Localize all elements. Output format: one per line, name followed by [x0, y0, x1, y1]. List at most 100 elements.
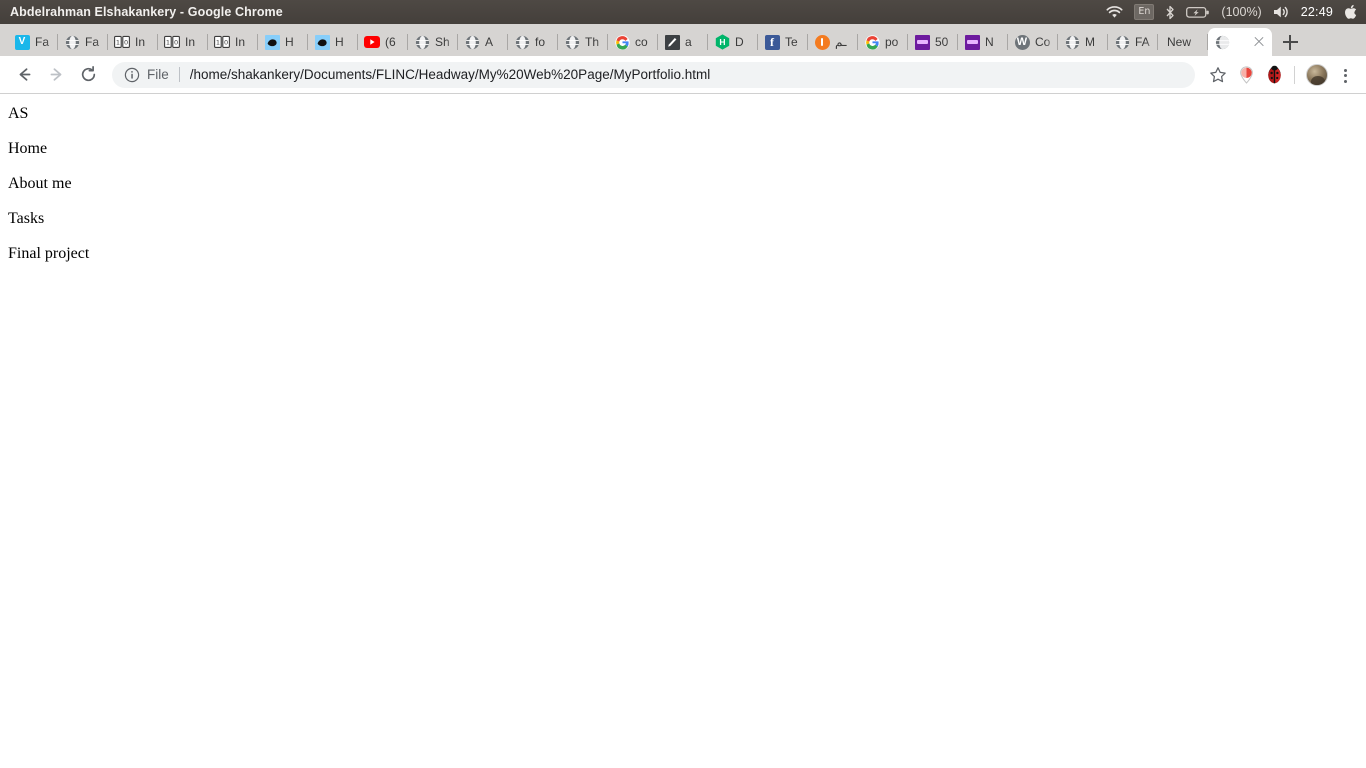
- tab-18[interactable]: 50: [908, 28, 958, 56]
- coursera-icon: [914, 34, 930, 50]
- tab-11[interactable]: Th: [558, 28, 608, 56]
- svg-text:0: 0: [174, 38, 178, 46]
- page-line-4: Final project: [8, 245, 90, 262]
- tab-2[interactable]: 1 0 In: [108, 28, 158, 56]
- tab-label: Te: [785, 35, 798, 49]
- page-content: AS Home About me Tasks Final project: [0, 94, 1366, 767]
- battery-charging-icon[interactable]: [1186, 6, 1210, 19]
- tab-label: fo: [535, 35, 546, 49]
- tab-16[interactable]: ـم: [808, 28, 858, 56]
- tab-label: ـم: [835, 35, 847, 49]
- url-input[interactable]: /home/shakankery/Documents/FLINC/Headway…: [190, 67, 1183, 82]
- book-icon: 10: [214, 34, 230, 50]
- kebab-menu-icon[interactable]: [1332, 62, 1358, 88]
- bird-icon: [314, 34, 330, 50]
- tab-label: A: [485, 35, 494, 49]
- vimeo-icon: V: [14, 34, 30, 50]
- tab-label: FA: [1135, 35, 1150, 49]
- page-line-1: Home: [8, 140, 48, 157]
- browser-toolbar: File /home/shakankery/Documents/FLINC/He…: [0, 56, 1366, 94]
- tab-label: co: [635, 35, 648, 49]
- tab-label: 50: [935, 35, 949, 49]
- tab-19[interactable]: N: [958, 28, 1008, 56]
- tab-label: In: [235, 35, 246, 49]
- globe-icon: [1064, 34, 1080, 50]
- tab-10[interactable]: fo: [508, 28, 558, 56]
- svg-text:1: 1: [166, 38, 170, 46]
- tab-0[interactable]: V Fa: [8, 28, 58, 56]
- tab-23[interactable]: New: [1158, 28, 1208, 56]
- tab-4[interactable]: 1 0 In: [208, 28, 258, 56]
- tab-15[interactable]: f Te: [758, 28, 808, 56]
- page-line-2: About me: [8, 175, 72, 192]
- tab-strip: V Fa Fa 1 0 In 1 0 In 1 0 In H H (6 Sh Afo Th co a H Df Te ـم po…: [0, 24, 1366, 56]
- svg-text:H: H: [719, 37, 725, 47]
- tab-8[interactable]: Sh: [408, 28, 458, 56]
- tab-3[interactable]: 1 0 In: [158, 28, 208, 56]
- forward-arrow-icon: [42, 61, 70, 89]
- profile-avatar[interactable]: [1304, 62, 1330, 88]
- tab-label: Co: [1035, 35, 1051, 49]
- tab-1[interactable]: Fa: [58, 28, 108, 56]
- globe-icon: [1214, 34, 1230, 50]
- new-tab-button[interactable]: [1272, 28, 1308, 56]
- svg-text:1: 1: [116, 38, 120, 46]
- facebook-icon: f: [764, 34, 780, 50]
- wordpress-icon: W: [1014, 34, 1030, 50]
- coursera-icon: [964, 34, 980, 50]
- omnibox-divider: [178, 67, 180, 82]
- battery-level-label: (100%): [1221, 5, 1262, 19]
- tab-label: Sh: [435, 35, 450, 49]
- tab-17[interactable]: po: [858, 28, 908, 56]
- tab-label: po: [885, 35, 899, 49]
- bird-icon: [264, 34, 280, 50]
- tab-21[interactable]: M: [1058, 28, 1108, 56]
- page-line-3: Tasks: [8, 210, 45, 227]
- google-icon: [864, 34, 880, 50]
- tab-label: In: [185, 35, 196, 49]
- tab-14[interactable]: HD: [708, 28, 758, 56]
- svg-text:1: 1: [216, 38, 220, 46]
- tab-label: Fa: [35, 35, 50, 49]
- tab-20[interactable]: W Co: [1008, 28, 1058, 56]
- orange-dot-icon: [814, 34, 830, 50]
- google-icon: [614, 34, 630, 50]
- globe-icon: [464, 34, 480, 50]
- star-icon[interactable]: [1205, 62, 1231, 88]
- tab-9[interactable]: A: [458, 28, 508, 56]
- info-circle-icon[interactable]: [124, 67, 140, 83]
- window-title-bar: Abdelrahman Elshakankery - Google Chrome…: [0, 0, 1366, 24]
- system-clock[interactable]: 22:49: [1301, 5, 1333, 19]
- back-arrow-icon[interactable]: [10, 61, 38, 89]
- tab-12[interactable]: co: [608, 28, 658, 56]
- apple-logo-icon[interactable]: [1344, 4, 1358, 20]
- keyboard-layout-indicator[interactable]: En: [1134, 3, 1155, 21]
- reload-icon[interactable]: [74, 61, 102, 89]
- tab-label: Th: [585, 35, 600, 49]
- tab-5[interactable]: H: [258, 28, 308, 56]
- tab-label: D: [735, 35, 744, 49]
- tab-label: M: [1085, 35, 1095, 49]
- tab-active[interactable]: [1208, 28, 1272, 56]
- tab-6[interactable]: H: [308, 28, 358, 56]
- globe-icon: [1114, 34, 1130, 50]
- book-icon: 10: [114, 34, 130, 50]
- volume-icon[interactable]: [1273, 5, 1290, 19]
- close-icon[interactable]: [1252, 35, 1266, 49]
- window-title: Abdelrahman Elshakankery - Google Chrome: [10, 5, 283, 19]
- ladybug-extension-icon[interactable]: [1261, 62, 1287, 88]
- svg-text:0: 0: [124, 38, 128, 46]
- tab-13[interactable]: a: [658, 28, 708, 56]
- system-tray: En (100%) 22:49: [1106, 3, 1360, 21]
- tab-label: a: [685, 35, 692, 49]
- tab-7[interactable]: (6: [358, 28, 408, 56]
- wifi-icon[interactable]: [1106, 5, 1123, 19]
- tab-label: Fa: [85, 35, 100, 49]
- address-bar[interactable]: File /home/shakankery/Documents/FLINC/He…: [112, 61, 1195, 88]
- url-scheme-label: File: [147, 67, 169, 82]
- location-pin-extension-icon[interactable]: [1233, 62, 1259, 88]
- bluetooth-icon[interactable]: [1165, 5, 1175, 20]
- tab-22[interactable]: FA: [1108, 28, 1158, 56]
- globe-icon: [414, 34, 430, 50]
- book-icon: 10: [164, 34, 180, 50]
